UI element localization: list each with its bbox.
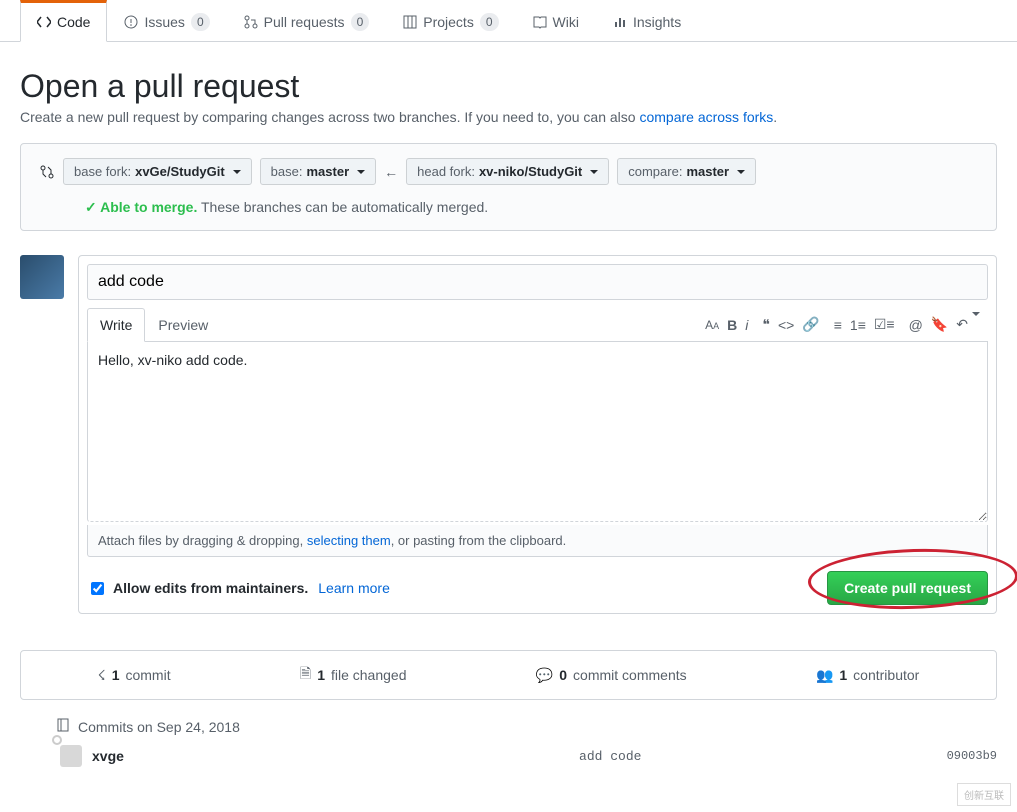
merge-status: ✓ Able to merge. These branches can be a…	[39, 199, 978, 216]
bold-icon[interactable]: B	[727, 317, 737, 333]
tab-prs-label: Pull requests	[264, 14, 345, 30]
diff-summary-bar: ☇ 1 commit 🗎 1 file changed 💬 0 commit c…	[20, 650, 997, 700]
file-hint: Attach files by dragging & dropping, sel…	[87, 525, 988, 557]
projects-counter: 0	[480, 13, 499, 31]
caret-down-icon	[737, 170, 745, 174]
timeline-dot	[52, 735, 62, 745]
create-pr-button[interactable]: Create pull request	[827, 571, 988, 605]
caret-down-icon	[590, 170, 598, 174]
caret-down-icon	[357, 170, 365, 174]
summary-contributors[interactable]: 👥 1 contributor	[816, 663, 919, 687]
repo-icon	[56, 718, 70, 735]
page-subtitle: Create a new pull request by comparing c…	[20, 109, 997, 125]
ul-icon[interactable]: ≡	[834, 317, 842, 333]
quote-icon[interactable]: ❝	[762, 316, 770, 333]
page-title: Open a pull request	[20, 68, 997, 105]
tasklist-icon[interactable]: ☑≡	[874, 316, 895, 333]
user-avatar[interactable]	[20, 255, 64, 299]
check-icon: ✓	[85, 199, 97, 215]
repo-tabnav: Code Issues 0 Pull requests 0 Projects 0…	[0, 0, 1017, 42]
commit-sha[interactable]: 09003b9	[947, 749, 997, 763]
tab-insights[interactable]: Insights	[596, 0, 698, 42]
tab-insights-label: Insights	[633, 14, 681, 30]
bookmark-icon[interactable]: 🔖	[931, 316, 948, 333]
base-branch-select[interactable]: base: master	[260, 158, 376, 185]
tab-prs[interactable]: Pull requests 0	[227, 0, 387, 42]
tab-issues[interactable]: Issues 0	[107, 0, 226, 42]
caret-down-icon	[233, 170, 241, 174]
file-icon: 🗎	[300, 663, 311, 687]
prs-counter: 0	[351, 13, 370, 31]
graph-icon	[613, 15, 627, 29]
commit-author-avatar[interactable]	[60, 745, 82, 767]
link-icon[interactable]: 🔗	[802, 316, 819, 333]
pr-body-textarea[interactable]	[87, 342, 988, 522]
write-tab[interactable]: Write	[87, 308, 145, 342]
preview-tab[interactable]: Preview	[145, 308, 221, 342]
commit-message[interactable]: add code	[429, 749, 641, 764]
head-fork-select[interactable]: head fork: xv-niko/StudyGit	[406, 158, 609, 185]
tab-code-label: Code	[57, 14, 90, 30]
ol-icon[interactable]: 1≡	[850, 317, 866, 333]
git-compare-icon	[39, 164, 55, 180]
book-icon	[533, 15, 547, 29]
reply-icon[interactable]: ↶	[956, 316, 980, 333]
tab-code[interactable]: Code	[20, 0, 107, 42]
tab-projects-label: Projects	[423, 14, 474, 30]
tab-wiki-label: Wiki	[553, 14, 579, 30]
tab-issues-label: Issues	[144, 14, 184, 30]
compare-forks-link[interactable]: compare across forks	[639, 109, 773, 125]
text-size-icon[interactable]: AA	[705, 318, 719, 332]
italic-icon[interactable]: i	[745, 317, 748, 333]
people-icon: 👥	[816, 667, 833, 684]
selecting-them-link[interactable]: selecting them	[307, 533, 391, 548]
commit-author[interactable]: xvge	[92, 748, 124, 764]
allow-edits-label[interactable]: Allow edits from maintainers. Learn more	[87, 579, 390, 598]
codeblock-icon[interactable]: <>	[778, 317, 794, 333]
summary-comments[interactable]: 💬 0 commit comments	[536, 663, 687, 687]
allow-edits-checkbox[interactable]	[91, 582, 104, 595]
issue-icon	[124, 15, 138, 29]
pr-icon	[244, 15, 258, 29]
project-icon	[403, 15, 417, 29]
commits-date-heading: Commits on Sep 24, 2018	[20, 718, 997, 735]
tab-projects[interactable]: Projects 0	[386, 0, 515, 42]
watermark: 创新互联	[957, 783, 1011, 806]
pr-form: Write Preview AA B i ❝ <> 🔗 ≡	[20, 255, 997, 614]
summary-commits[interactable]: ☇ 1 commit	[98, 663, 171, 687]
commit-icon: ☇	[98, 667, 106, 684]
base-fork-select[interactable]: base fork: xvGe/StudyGit	[63, 158, 252, 185]
pr-title-input[interactable]	[87, 264, 988, 300]
mention-icon[interactable]: @	[909, 317, 923, 333]
compare-branch-select[interactable]: compare: master	[617, 158, 756, 185]
summary-files[interactable]: 🗎 1 file changed	[300, 663, 407, 687]
learn-more-link[interactable]: Learn more	[318, 580, 390, 596]
comment-box: Write Preview AA B i ❝ <> 🔗 ≡	[78, 255, 997, 614]
code-icon	[37, 15, 51, 29]
compare-box: base fork: xvGe/StudyGit base: master ← …	[20, 143, 997, 231]
issues-counter: 0	[191, 13, 210, 31]
arrow-left-icon: ←	[384, 164, 398, 180]
tab-wiki[interactable]: Wiki	[516, 0, 596, 42]
md-toolbar: AA B i ❝ <> 🔗 ≡ 1≡ ☑≡ @	[705, 316, 988, 333]
commit-row[interactable]: xvge add code 09003b9	[20, 735, 997, 777]
comment-icon: 💬	[536, 667, 553, 684]
